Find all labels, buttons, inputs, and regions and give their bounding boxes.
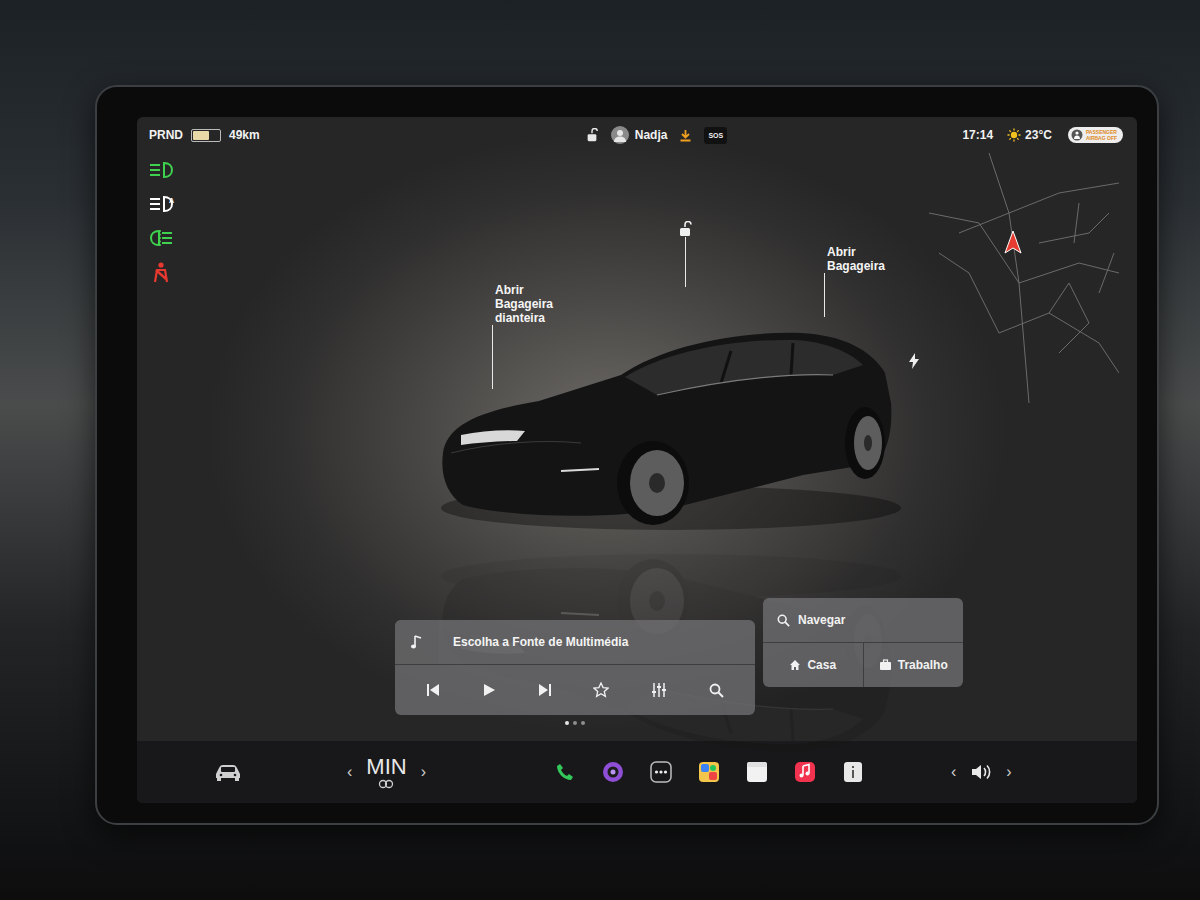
navigate-label[interactable]: Navegar xyxy=(798,613,845,627)
climate-control: ‹ MIN › xyxy=(347,756,457,789)
speaker-icon[interactable] xyxy=(970,763,992,781)
airbag-person-icon xyxy=(1071,129,1083,141)
calendar-icon[interactable] xyxy=(745,760,769,784)
volume-up-button[interactable]: › xyxy=(1006,763,1011,781)
profile-icon[interactable] xyxy=(611,126,629,144)
outside-temperature: 23°C xyxy=(1025,128,1052,142)
more-apps-icon[interactable] xyxy=(649,760,673,784)
page-dot[interactable] xyxy=(581,721,585,725)
car-stage: AbrirBagageiradianteiraAbrirBagageiraEsc… xyxy=(185,153,1137,741)
home-button[interactable]: Casa xyxy=(763,643,863,687)
media-source-button[interactable]: Escolha a Fonte de Multimédia xyxy=(453,635,628,649)
home-icon xyxy=(789,659,801,671)
music-app-icon[interactable] xyxy=(793,760,817,784)
bottom-bar: ‹MIN›‹› xyxy=(137,741,1137,803)
auto-headlight-indicator: A xyxy=(147,193,175,215)
previous-icon[interactable] xyxy=(426,683,440,697)
music-note-icon xyxy=(410,634,424,650)
fan-increase-button[interactable]: › xyxy=(421,763,426,781)
callout-line-text[interactable]: Bagageira xyxy=(827,259,885,273)
callout[interactable] xyxy=(907,353,921,369)
callout[interactable] xyxy=(677,221,693,287)
callout[interactable]: AbrirBagageira xyxy=(823,245,885,317)
callout-line-text[interactable]: dianteira xyxy=(495,311,553,325)
page-dot[interactable] xyxy=(573,721,577,725)
fog-icon xyxy=(147,229,175,247)
lightning-icon[interactable] xyxy=(907,353,921,369)
range-readout: 49km xyxy=(229,128,260,142)
unlocked-icon[interactable] xyxy=(677,221,693,237)
fog-indicator xyxy=(147,227,175,249)
callout-line-text[interactable]: Bagageira xyxy=(495,297,553,311)
sos-badge[interactable]: SOS xyxy=(704,127,727,144)
star-icon[interactable] xyxy=(593,682,609,698)
home-label[interactable]: Casa xyxy=(807,658,836,672)
main-area: AAbrirBagageiradianteiraAbrirBagageiraEs… xyxy=(137,153,1137,741)
callout[interactable]: AbrirBagageiradianteira xyxy=(491,283,553,389)
fan-speed[interactable]: MIN xyxy=(366,756,406,778)
battery-fill xyxy=(193,131,209,140)
page-dot[interactable] xyxy=(565,721,569,725)
callout-line-text[interactable]: Abrir xyxy=(827,245,885,259)
airbag-status-text: AIRBAG OFF xyxy=(1086,135,1117,141)
volume-down-button[interactable]: ‹ xyxy=(951,763,956,781)
app-dock xyxy=(553,760,865,784)
touchscreen: PRND 49km Nadja SOS 17:14 23°C PASSENGERAIRBAG… xyxy=(137,117,1137,803)
callout-line xyxy=(685,237,686,287)
callout-line xyxy=(824,273,825,317)
display-bezel: PRND 49km Nadja SOS 17:14 23°C PASSENGERAIRBAG… xyxy=(95,85,1159,825)
clock: 17:14 xyxy=(962,128,993,142)
download-icon[interactable] xyxy=(679,129,692,142)
search-icon xyxy=(777,614,790,627)
status-bar: PRND 49km Nadja SOS 17:14 23°C PASSENGERAIRBAG… xyxy=(137,117,1137,153)
fan-decrease-button[interactable]: ‹ xyxy=(347,763,352,781)
indicator-column: A xyxy=(137,153,185,741)
callout-line-text[interactable]: Abrir xyxy=(495,283,553,297)
passenger-airbag-badge: PASSENGERAIRBAG OFF xyxy=(1068,127,1123,143)
briefcase-icon xyxy=(879,659,892,671)
seatbelt-indicator xyxy=(147,261,175,283)
battery-gauge xyxy=(191,129,221,142)
work-label[interactable]: Trabalho xyxy=(898,658,948,672)
manual-icon[interactable] xyxy=(841,760,865,784)
next-icon[interactable] xyxy=(538,683,552,697)
search-icon[interactable] xyxy=(709,683,724,698)
volume-control: ‹› xyxy=(951,763,1012,781)
card-row: Escolha a Fonte de Multimédia Navegar Casa… xyxy=(185,598,1137,741)
equalizer-icon[interactable] xyxy=(651,682,667,698)
page-indicator xyxy=(565,721,585,725)
media-card: Escolha a Fonte de Multimédia xyxy=(395,620,755,715)
fan-seat-icon xyxy=(378,779,394,789)
work-button[interactable]: Trabalho xyxy=(863,643,964,687)
unlocked-icon[interactable] xyxy=(585,128,599,142)
camera-icon[interactable] xyxy=(601,760,625,784)
driver-profile[interactable]: Nadja xyxy=(635,128,668,142)
sun-icon xyxy=(1007,128,1021,142)
auto-badge: A xyxy=(169,197,174,204)
trunk-button[interactable]: AbrirBagageira xyxy=(823,245,885,273)
gear-selector[interactable]: PRND xyxy=(149,128,183,142)
headlight-icon xyxy=(148,161,174,179)
car-model[interactable] xyxy=(421,303,901,543)
trunk-button[interactable]: AbrirBagageiradianteira xyxy=(491,283,553,325)
mini-map[interactable] xyxy=(899,153,1119,403)
headlight-indicator xyxy=(147,159,175,181)
callout-line xyxy=(492,325,493,389)
phone-icon[interactable] xyxy=(553,760,577,784)
navigation-card: Navegar Casa Trabalho xyxy=(763,598,963,687)
toybox-icon[interactable] xyxy=(697,760,721,784)
car-icon[interactable] xyxy=(213,763,243,781)
airbag-status-text: PASSENGER xyxy=(1086,129,1117,135)
navigate-search[interactable]: Navegar xyxy=(763,598,963,643)
play-icon[interactable] xyxy=(482,683,496,697)
seatbelt-icon xyxy=(150,261,172,283)
